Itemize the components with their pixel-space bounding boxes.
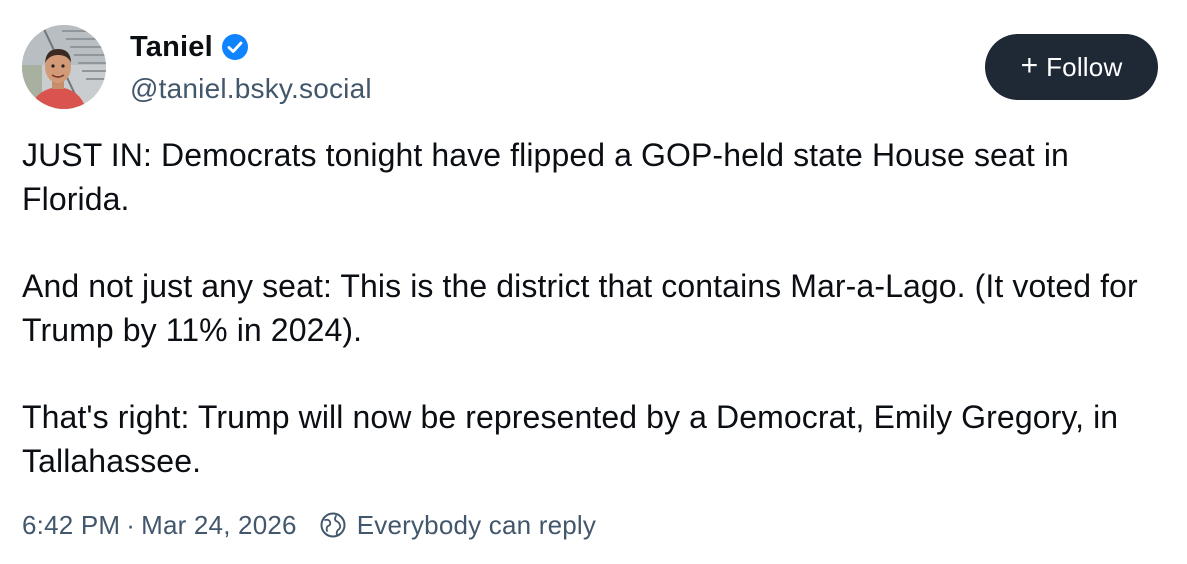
author-display-name[interactable]: Taniel [130,31,213,64]
post-paragraph: That's right: Trump will now be represen… [22,399,1119,479]
globe-icon [319,511,347,539]
author-block: Taniel @taniel.bsky.social [130,28,372,105]
post-text: JUST IN: Democrats tonight have flipped … [22,133,1162,483]
post-card: Taniel @taniel.bsky.social + Follow JUST… [0,0,1187,564]
post-paragraph: JUST IN: Democrats tonight have flipped … [22,137,1069,217]
post-meta: 6:42 PM · Mar 24, 2026 Everybody can rep… [22,507,596,543]
avatar-photo [22,25,106,109]
name-row: Taniel [130,28,372,66]
reply-setting: Everybody can reply [356,509,597,540]
post-time[interactable]: 6:42 PM [22,510,120,541]
post-paragraph: And not just any seat: This is the distr… [22,268,1138,348]
author-avatar[interactable] [22,25,106,109]
verified-badge-icon [221,33,249,61]
follow-button[interactable]: + Follow [985,34,1158,100]
author-handle[interactable]: @taniel.bsky.social [130,73,372,105]
post-date[interactable]: Mar 24, 2026 [141,510,297,541]
meta-separator: · [126,509,136,540]
follow-button-label: Follow [1046,51,1123,82]
plus-icon: + [1020,49,1039,82]
